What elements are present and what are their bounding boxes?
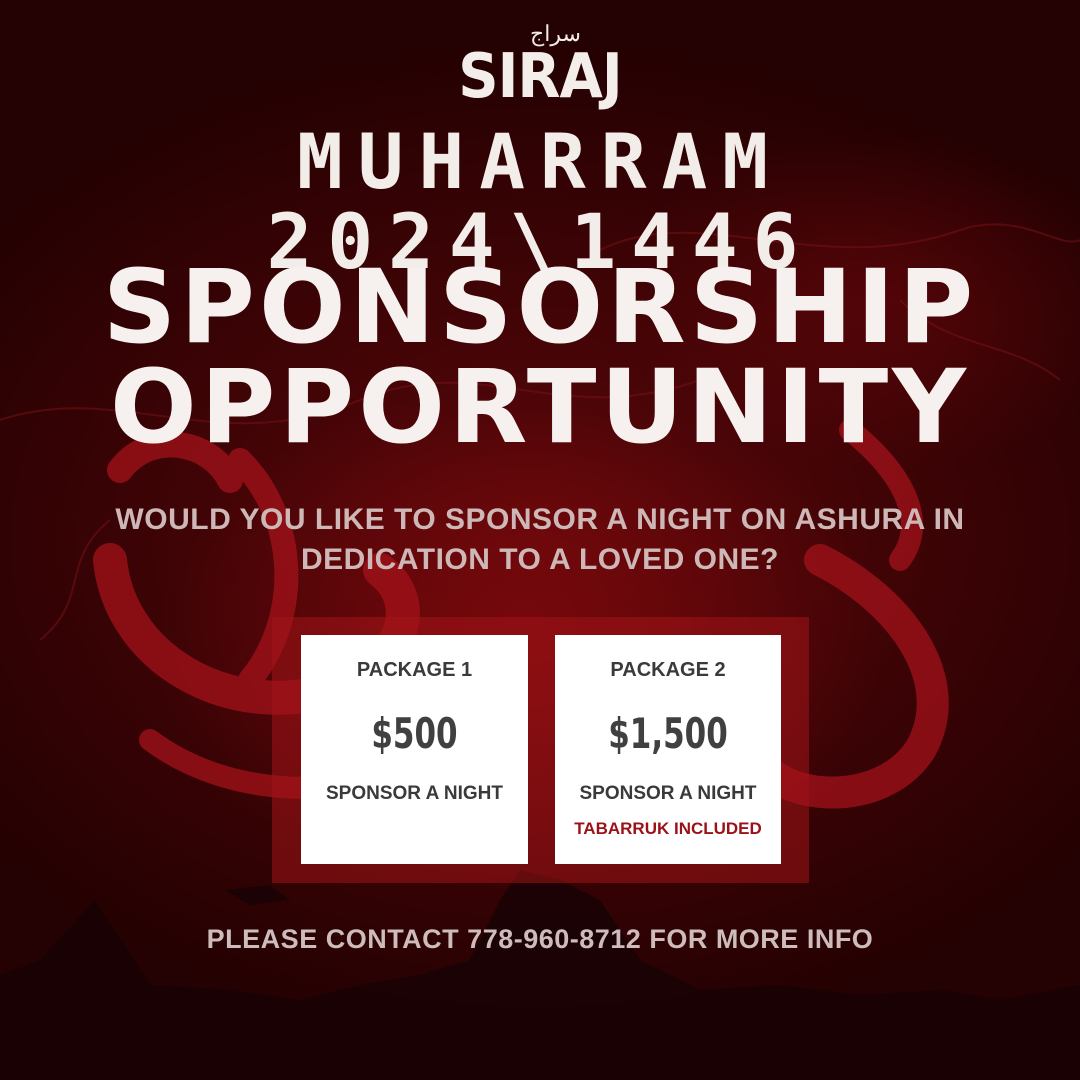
package-description: SPONSOR A NIGHT	[326, 783, 503, 804]
package-card-1: PACKAGE 1 $500 SPONSOR A NIGHT	[301, 635, 528, 864]
package-price: $1,500	[608, 709, 728, 758]
headline-line-1: SPONSORSHIP	[102, 248, 978, 367]
package-card-2: PACKAGE 2 $1,500 SPONSOR A NIGHT TABARRU…	[555, 635, 781, 864]
headline: SPONSORSHIP OPPORTUNITY	[0, 248, 1080, 467]
package-extra: TABARRUK INCLUDED	[574, 819, 762, 838]
sponsorship-question: WOULD YOU LIKE TO SPONSOR A NIGHT ON ASH…	[115, 503, 965, 576]
package-description: SPONSOR A NIGHT	[579, 783, 757, 804]
logo: سراج SIRAJ	[0, 22, 1080, 112]
logo-text: SIRAJ	[458, 40, 622, 113]
headline-line-2: OPPORTUNITY	[109, 348, 971, 467]
package-name: PACKAGE 1	[356, 659, 473, 681]
contact-info: PLEASE CONTACT 778-960-8712 FOR MORE INF…	[206, 924, 874, 954]
package-name: PACKAGE 2	[610, 659, 726, 681]
package-price: $500	[371, 709, 458, 758]
